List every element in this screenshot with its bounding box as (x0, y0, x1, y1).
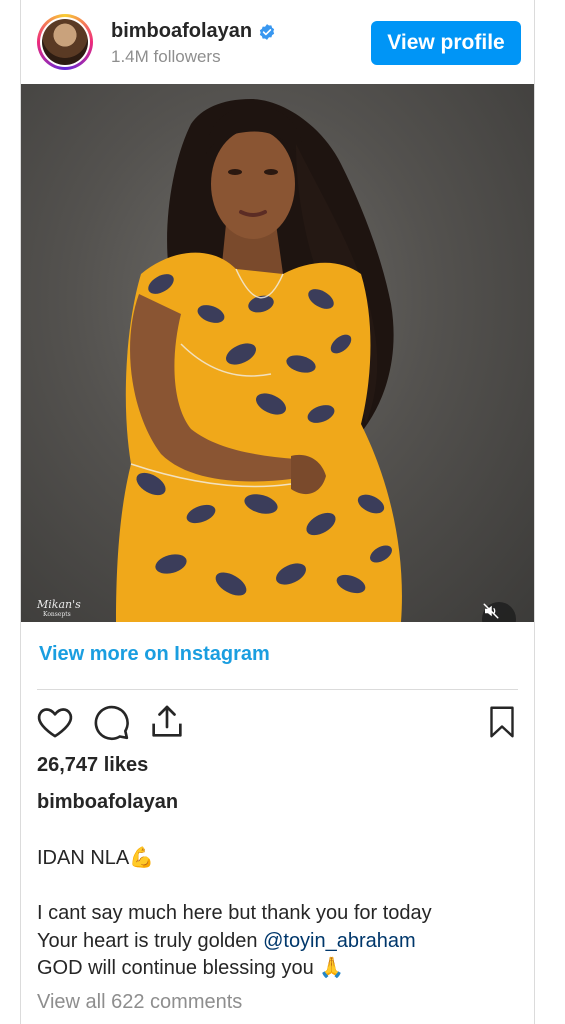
caption-line: I cant say much here but thank you for t… (37, 902, 432, 924)
heart-icon[interactable] (35, 702, 75, 742)
mention-link[interactable]: @toyin_abraham (263, 930, 416, 952)
avatar[interactable] (37, 14, 93, 70)
view-all-comments-link[interactable]: View all 622 comments (37, 991, 242, 1014)
share-upload-icon[interactable] (147, 702, 187, 742)
caption-line: GOD will continue blessing you 🙏 (37, 957, 345, 979)
avatar-image (42, 19, 88, 65)
instagram-embed-card: bimboafolayan 1.4M followers View profil… (20, 0, 535, 1024)
caption-line: Your heart is truly golden @toyin_abraha… (37, 929, 416, 952)
username-link[interactable]: bimboafolayan (111, 20, 252, 43)
verified-badge-icon (260, 23, 275, 40)
caption-line: IDAN NLA💪 (37, 847, 155, 869)
follower-count: 1.4M followers (111, 47, 221, 66)
like-count[interactable]: 26,747 likes (37, 754, 148, 777)
portrait-photo (116, 99, 402, 622)
speaker-muted-icon (483, 603, 499, 619)
comment-bubble-icon[interactable] (91, 702, 131, 742)
view-more-on-instagram-link[interactable]: View more on Instagram (39, 643, 270, 666)
photographer-watermark: Mikan's Konsepts (37, 598, 81, 618)
post-caption: IDAN NLA💪 I cant say much here but thank… (37, 845, 517, 983)
action-bar (35, 702, 520, 742)
caption-username[interactable]: bimboafolayan (37, 791, 178, 814)
bookmark-icon[interactable] (484, 702, 520, 742)
post-media[interactable]: Mikan's Konsepts (21, 84, 534, 622)
username-row: bimboafolayan (111, 20, 276, 43)
post-header: bimboafolayan 1.4M followers View profil… (21, 0, 534, 84)
view-profile-button[interactable]: View profile (371, 21, 521, 65)
divider (37, 689, 518, 690)
